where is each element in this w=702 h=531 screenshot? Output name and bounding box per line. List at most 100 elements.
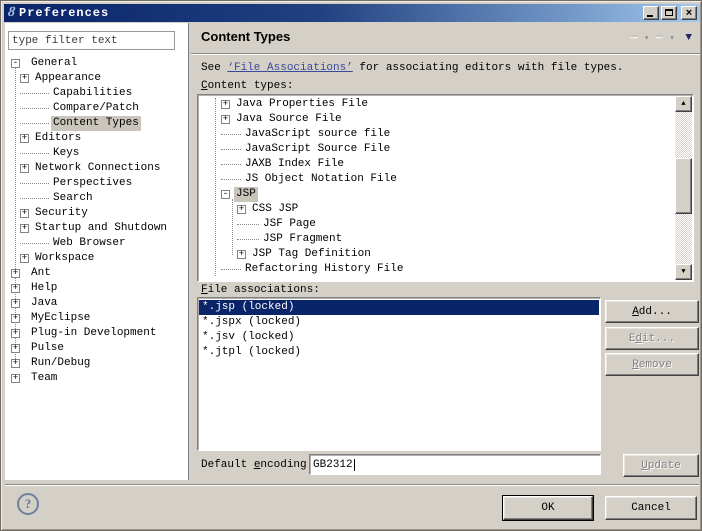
scroll-down-button[interactable]: ▼ — [675, 264, 692, 280]
back-icon[interactable]: ⬅ — [630, 31, 638, 45]
sidebar-tree-item[interactable]: Content Types — [5, 116, 188, 131]
expand-icon[interactable]: + — [11, 344, 20, 353]
expand-icon[interactable]: + — [20, 74, 29, 83]
collapse-icon[interactable]: - — [11, 59, 20, 68]
cancel-button[interactable]: Cancel — [605, 496, 697, 520]
forward-icon[interactable]: ➡ — [655, 31, 663, 45]
sidebar-tree-item[interactable]: + Java — [5, 296, 188, 311]
title-bar[interactable]: 8 Preferences × — [4, 4, 700, 22]
content-type-item[interactable]: - JSP — [199, 187, 675, 202]
sidebar-tree-item[interactable]: Search — [5, 191, 188, 206]
filter-input[interactable] — [8, 31, 175, 50]
expand-icon[interactable]: + — [11, 314, 20, 323]
expand-icon[interactable]: + — [11, 374, 20, 383]
file-association-item[interactable]: *.jsv (locked) — [199, 330, 599, 345]
sidebar-tree-item[interactable]: + Help — [5, 281, 188, 296]
collapse-icon[interactable]: - — [221, 190, 230, 199]
minimize-button[interactable] — [643, 6, 659, 20]
sidebar-tree-item[interactable]: + MyEclipse — [5, 311, 188, 326]
expand-icon[interactable]: + — [11, 329, 20, 338]
sidebar-tree-item[interactable]: Capabilities — [5, 86, 188, 101]
remove-button[interactable]: Remove — [605, 353, 699, 376]
content-type-item-label: JSF Page — [263, 218, 316, 230]
sidebar-tree-item[interactable]: - General — [5, 56, 188, 71]
content-type-item[interactable]: JSF Page — [199, 217, 675, 232]
scroll-up-button[interactable]: ▲ — [675, 96, 692, 112]
content-type-item[interactable]: JavaScript source file — [199, 127, 675, 142]
expand-icon[interactable]: + — [11, 269, 20, 278]
add-button[interactable]: Add... — [605, 300, 699, 323]
sidebar-tree-item-label: Run/Debug — [31, 357, 91, 369]
content-scrollbar[interactable]: ▲ ▼ — [675, 96, 692, 280]
help-button[interactable]: ? — [17, 493, 39, 515]
expand-icon[interactable]: + — [221, 100, 230, 109]
expand-icon[interactable]: + — [20, 134, 29, 143]
expand-icon[interactable]: + — [11, 284, 20, 293]
sidebar-tree-item[interactable]: Compare/Patch — [5, 101, 188, 116]
sidebar-tree-item[interactable]: + Startup and Shutdown — [5, 221, 188, 236]
content-type-item[interactable]: JS Object Notation File — [199, 172, 675, 187]
expand-icon[interactable]: + — [20, 164, 29, 173]
sidebar-tree-item[interactable]: Keys — [5, 146, 188, 161]
sidebar-tree-item[interactable]: + Editors — [5, 131, 188, 146]
expand-icon[interactable]: + — [237, 250, 246, 259]
expand-icon[interactable]: + — [11, 299, 20, 308]
history-navbar: ⬅ ▾ ➡ ▾ ▼ — [629, 31, 692, 45]
update-button[interactable]: Update — [623, 454, 699, 477]
expand-icon[interactable]: + — [221, 115, 230, 124]
sidebar-tree-item-label: Security — [35, 207, 88, 219]
default-encoding-input[interactable]: GB2312 — [309, 454, 601, 475]
content-type-item[interactable]: + Java Source File — [199, 112, 675, 127]
sidebar-tree-item-label: Content Types — [51, 116, 141, 131]
sidebar-tree-item[interactable]: + Run/Debug — [5, 356, 188, 371]
sidebar-tree-item[interactable]: + Ant — [5, 266, 188, 281]
maximize-button[interactable] — [661, 6, 677, 20]
content-types-label: Content types: — [201, 80, 294, 92]
expand-icon[interactable]: + — [20, 224, 29, 233]
edit-button[interactable]: Edit... — [605, 327, 699, 350]
sidebar-tree-item[interactable]: + Team — [5, 371, 188, 386]
file-association-item[interactable]: *.jsp (locked) — [199, 300, 599, 315]
content-type-item[interactable]: JavaScript Source File — [199, 142, 675, 157]
tree-connector — [20, 153, 49, 154]
sidebar-tree-item-label: Java — [31, 297, 58, 309]
sidebar-tree-item[interactable]: Web Browser — [5, 236, 188, 251]
close-button[interactable]: × — [681, 6, 697, 20]
expand-icon[interactable]: + — [237, 205, 246, 214]
sidebar-tree-item[interactable]: + Appearance — [5, 71, 188, 86]
sidebar-tree-item[interactable]: + Pulse — [5, 341, 188, 356]
content-type-item[interactable]: Refactoring History File — [199, 262, 675, 277]
back-menu-icon[interactable]: ▾ — [644, 33, 649, 43]
content-type-item[interactable]: JSP Fragment — [199, 232, 675, 247]
tree-connector — [20, 243, 49, 244]
file-associations-listbox: *.jsp (locked) *.jspx (locked) *.jsv (lock… — [197, 297, 601, 451]
scrollbar-thumb[interactable] — [675, 158, 692, 214]
content-type-item[interactable]: + CSS JSP — [199, 202, 675, 217]
file-association-item[interactable]: *.jtpl (locked) — [199, 345, 599, 360]
tree-connector — [20, 183, 49, 184]
expand-icon[interactable]: + — [20, 209, 29, 218]
tree-connector — [20, 93, 49, 94]
sidebar-tree-item-label: Capabilities — [53, 87, 133, 99]
content-type-item[interactable]: JAXB Index File — [199, 157, 675, 172]
forward-menu-icon[interactable]: ▾ — [670, 33, 675, 43]
tree-connector — [221, 134, 241, 135]
window-controls: × — [641, 6, 697, 20]
sidebar-tree-item[interactable]: + Security — [5, 206, 188, 221]
sidebar-tree-item-label: Team — [31, 372, 58, 384]
content-type-item[interactable]: + JSP Tag Definition — [199, 247, 675, 262]
sidebar-tree-item[interactable]: + Plug-in Development — [5, 326, 188, 341]
ok-button[interactable]: OK — [502, 495, 594, 521]
expand-icon[interactable]: + — [11, 359, 20, 368]
content-type-item[interactable]: + Java Properties File — [199, 97, 675, 112]
expand-icon[interactable]: + — [20, 254, 29, 263]
sidebar-tree-item[interactable]: + Network Connections — [5, 161, 188, 176]
sidebar-tree-item[interactable]: Perspectives — [5, 176, 188, 191]
view-menu-icon[interactable]: ▼ — [685, 32, 692, 44]
encoding-value: GB2312 — [313, 458, 353, 471]
content-types-listbox: + Java Properties File + Java Source File Ja… — [197, 94, 694, 282]
file-associations-link[interactable]: ‘File Associations’ — [227, 62, 352, 74]
sidebar-tree-item[interactable]: + Workspace — [5, 251, 188, 266]
content-type-item-label: JavaScript source file — [245, 128, 391, 140]
file-association-item[interactable]: *.jspx (locked) — [199, 315, 599, 330]
